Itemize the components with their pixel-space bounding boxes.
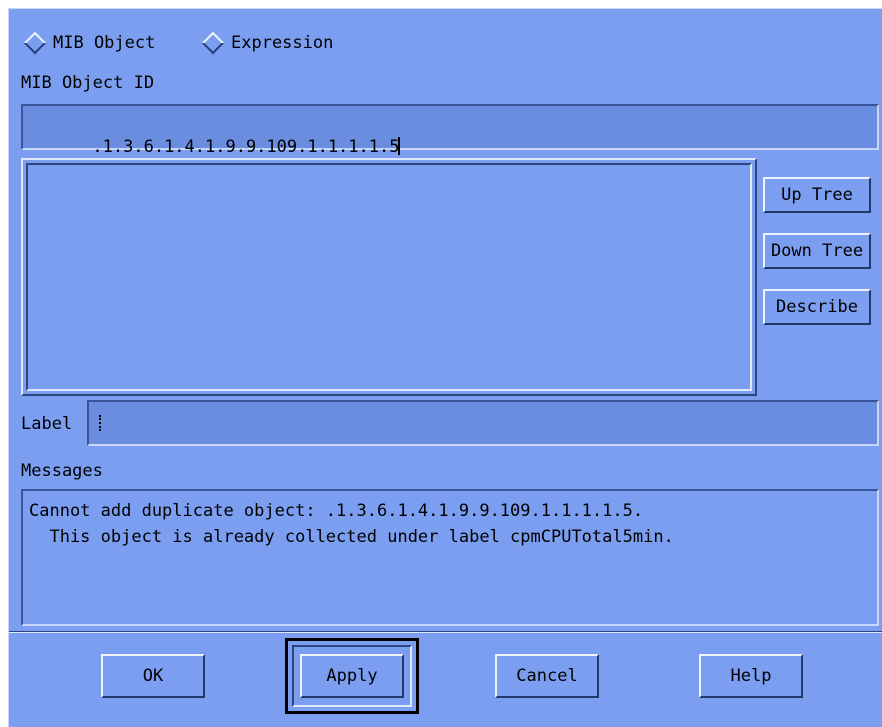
describe-button[interactable]: Describe	[763, 289, 871, 325]
messages-label: Messages	[21, 461, 103, 481]
down-tree-button-label: Down Tree	[770, 241, 864, 261]
radio-diamond-icon	[201, 31, 225, 55]
apply-default-ring: Apply	[285, 638, 419, 714]
apply-button-label: Apply	[326, 666, 378, 686]
text-cursor-icon	[398, 137, 401, 155]
mib-tree-list-area[interactable]	[26, 163, 752, 391]
messages-area[interactable]: Cannot add duplicate object: .1.3.6.1.4.…	[21, 489, 879, 626]
radio-mib-object[interactable]: MIB Object	[23, 31, 156, 55]
radio-diamond-icon	[23, 31, 47, 55]
mib-object-id-input[interactable]: .1.3.6.1.4.1.9.9.109.1.1.1.1.5	[21, 104, 879, 157]
cancel-button[interactable]: Cancel	[495, 654, 599, 698]
cancel-button-label: Cancel	[516, 666, 578, 686]
help-button-label: Help	[730, 666, 772, 686]
describe-button-label: Describe	[776, 297, 858, 317]
footer-separator	[9, 631, 882, 633]
text-cursor-icon	[99, 415, 103, 431]
mib-object-id-value: .1.3.6.1.4.1.9.9.109.1.1.1.1.5	[92, 137, 400, 157]
message-line-1: Cannot add duplicate object: .1.3.6.1.4.…	[29, 501, 644, 521]
up-tree-button[interactable]: Up Tree	[763, 177, 871, 213]
mib-tree-list[interactable]	[21, 158, 757, 396]
radio-mib-object-label: MIB Object	[53, 33, 156, 53]
label-input[interactable]	[87, 400, 879, 446]
down-tree-button[interactable]: Down Tree	[763, 233, 871, 269]
mib-object-dialog: MIB Object Expression MIB Object ID .1.3…	[8, 8, 882, 727]
label-field-label: Label	[21, 414, 73, 434]
mib-object-id-label: MIB Object ID	[21, 73, 155, 93]
up-tree-button-label: Up Tree	[781, 185, 853, 205]
help-button[interactable]: Help	[699, 654, 803, 698]
message-line-2: This object is already collected under l…	[29, 527, 674, 547]
ok-button-label: OK	[142, 666, 164, 686]
ok-button[interactable]: OK	[101, 654, 205, 698]
apply-button[interactable]: Apply	[300, 654, 404, 698]
radio-expression-label: Expression	[231, 33, 334, 53]
radio-expression[interactable]: Expression	[201, 31, 334, 55]
